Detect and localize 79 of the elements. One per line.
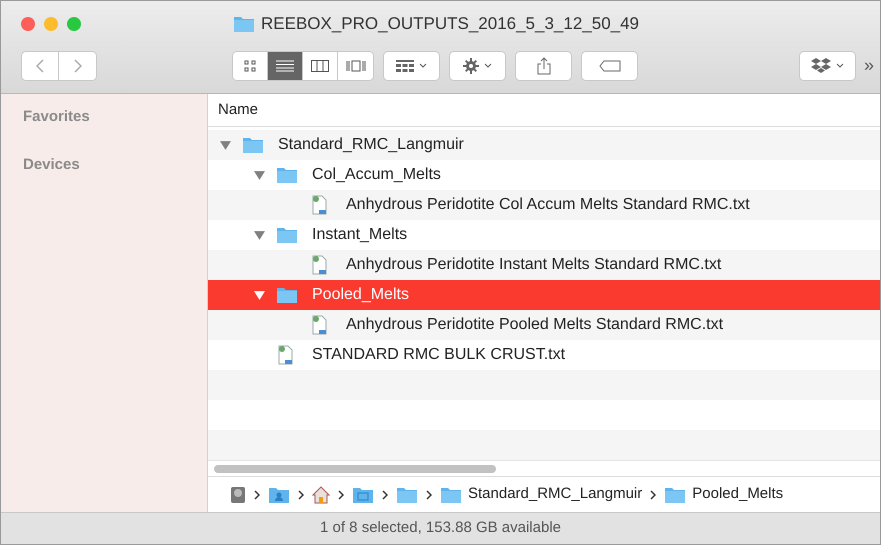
disclosure-triangle-icon[interactable]	[254, 290, 265, 300]
file-name: Standard_RMC_Langmuir	[278, 135, 464, 155]
folder-icon	[276, 166, 298, 184]
folder-icon	[276, 226, 298, 244]
grid-icon	[244, 60, 256, 72]
document-icon	[310, 315, 328, 335]
folder-icon	[396, 486, 418, 504]
chevron-right-icon	[382, 490, 388, 500]
view-mode-button[interactable]	[338, 52, 373, 80]
folder-icon	[440, 486, 462, 504]
sidebar-section-heading: Favorites	[23, 107, 91, 127]
path-item-label: Standard_RMC_Langmuir	[468, 484, 642, 504]
dropbox-button[interactable]	[798, 50, 856, 80]
tag-button[interactable]	[581, 50, 638, 80]
file-row[interactable]: Anhydrous Peridotite Pooled Melts Standard RMC.txt	[208, 310, 880, 340]
tag-icon	[598, 60, 620, 72]
document-icon	[276, 345, 294, 365]
share-icon	[536, 56, 550, 74]
chevron-right-icon	[338, 490, 344, 500]
folder-icon	[276, 286, 298, 304]
column-header[interactable]: Name	[218, 98, 258, 122]
document-icon	[310, 195, 328, 215]
view-mode-button[interactable]	[233, 52, 268, 80]
document-icon	[310, 255, 328, 275]
horizontal-scrollbar[interactable]	[214, 464, 496, 472]
chevron-right-icon	[254, 490, 260, 500]
path-item[interactable]	[312, 486, 330, 504]
path-item[interactable]: Standard_RMC_Langmuir	[440, 483, 642, 506]
path-item[interactable]	[268, 486, 290, 504]
folder-icon	[664, 486, 686, 504]
file-name: Col_Accum_Melts	[312, 165, 441, 185]
file-name: Anhydrous Peridotite Col Accum Melts Standard RMC.txt	[346, 195, 750, 215]
file-name: Anhydrous Peridotite Instant Melts Standard RMC.txt	[346, 255, 722, 275]
chevron-right-icon	[74, 58, 82, 72]
dropbox-icon	[810, 58, 831, 74]
disclosure-triangle-icon[interactable]	[220, 140, 231, 150]
share-button[interactable]	[515, 50, 572, 80]
list-icon	[276, 60, 294, 72]
user-folder-icon	[268, 486, 290, 504]
disclosure-triangle-icon[interactable]	[254, 230, 265, 240]
sidebar-section-heading: Devices	[23, 154, 81, 174]
arrange-button[interactable]	[383, 50, 440, 80]
toolbar-overflow-button[interactable]: »	[864, 52, 874, 79]
path-item[interactable]: Pooled_Melts	[664, 483, 784, 506]
file-row[interactable]: Anhydrous Peridotite Col Accum Melts Standard RMC.txt	[208, 190, 880, 220]
file-row[interactable]: Anhydrous Peridotite Instant Melts Standard RMC.txt	[208, 250, 880, 280]
view-mode-button[interactable]	[303, 52, 338, 80]
file-name: Pooled_Melts	[312, 285, 409, 305]
window-folder-icon	[352, 486, 374, 504]
chevron-right-icon	[298, 490, 304, 500]
path-item[interactable]	[396, 486, 418, 504]
chevron-down-icon	[419, 63, 427, 68]
path-item[interactable]	[230, 486, 246, 504]
columns-icon	[311, 60, 329, 72]
window-title: REEBOX_PRO_OUTPUTS_2016_5_3_12_50_49	[261, 13, 640, 35]
chevron-left-icon	[36, 58, 44, 72]
view-mode-button[interactable]	[268, 52, 303, 80]
path-item[interactable]	[352, 486, 374, 504]
hard-drive-icon	[230, 486, 246, 504]
chevron-down-icon	[484, 63, 492, 68]
file-row[interactable]: Standard_RMC_Langmuir	[208, 130, 880, 160]
path-item-label: Pooled_Melts	[692, 484, 784, 504]
disclosure-triangle-icon[interactable]	[254, 170, 265, 180]
cover-flow-icon	[346, 60, 366, 72]
arrange-icon	[396, 60, 414, 72]
folder-icon	[233, 14, 255, 33]
chevron-right-icon	[426, 490, 432, 500]
chevron-down-icon	[836, 63, 844, 68]
action-button[interactable]	[449, 50, 506, 80]
folder-icon	[242, 136, 264, 154]
status-text: 1 of 8 selected, 153.88 GB available	[320, 518, 561, 538]
file-name: STANDARD RMC BULK CRUST.txt	[312, 345, 566, 365]
file-name: Anhydrous Peridotite Pooled Melts Standard RMC.txt	[346, 315, 724, 335]
close-button[interactable]	[21, 16, 35, 31]
file-name: Instant_Melts	[312, 225, 408, 245]
home-icon	[312, 486, 330, 504]
chevron-right-icon	[650, 490, 656, 500]
file-row[interactable]: Pooled_Melts	[208, 280, 880, 310]
gear-icon	[463, 58, 479, 74]
